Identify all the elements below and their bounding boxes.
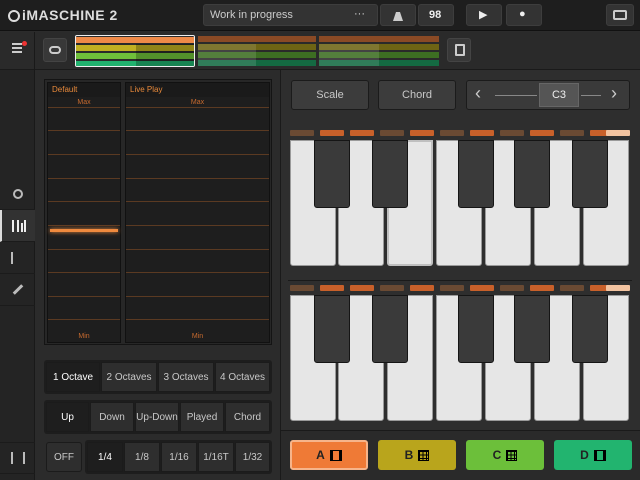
top-bar: iMASCHINE 2 Work in progress ··· 98 ▶ ● (0, 0, 640, 31)
pattern-slot-3[interactable] (319, 36, 439, 66)
duplicate-button[interactable] (447, 38, 471, 62)
root-note-value[interactable]: C3 (539, 83, 579, 107)
keyboard-icon (329, 449, 342, 461)
menu-icon (12, 47, 22, 49)
prev-note-button[interactable]: ‹ (475, 83, 481, 104)
octave-selector: 1 Octave 2 Octaves 3 Octaves 4 Octaves (44, 360, 272, 394)
sidebar-item-browse[interactable] (0, 178, 35, 210)
metronome-icon (393, 9, 403, 21)
black-key[interactable] (572, 140, 608, 208)
black-key[interactable] (458, 140, 494, 208)
pattern-slot-1[interactable] (75, 35, 195, 67)
play-button[interactable]: ▶ (466, 4, 502, 26)
pencil-icon (12, 284, 23, 295)
touch-strip-default[interactable]: Default Max Min (47, 82, 121, 343)
grid-icon (506, 449, 518, 461)
rate-option[interactable]: 1/8 (124, 442, 160, 472)
strip-title: Live Play (126, 83, 269, 97)
group-bar (0, 32, 640, 70)
waveform-icon (10, 251, 25, 264)
tempo-field[interactable]: 98 (418, 4, 454, 26)
octave-option[interactable]: 3 Octaves (158, 362, 214, 392)
root-note-selector: ‹ C3 › (466, 80, 630, 110)
next-note-button[interactable]: › (611, 83, 617, 104)
direction-option[interactable]: Played (180, 402, 224, 432)
scale-button[interactable]: Scale (291, 80, 369, 110)
sidebar-item-keyboard[interactable] (0, 210, 35, 242)
record-icon: ● (519, 8, 526, 20)
black-key[interactable] (372, 140, 408, 208)
strip-min-label: Min (78, 333, 90, 340)
direction-option[interactable]: Chord (225, 402, 270, 432)
keyboard-lower (288, 280, 632, 422)
project-name-field[interactable]: Work in progress ··· (203, 4, 378, 26)
black-key[interactable] (514, 140, 550, 208)
group-label: B (404, 448, 414, 462)
black-key[interactable] (372, 295, 408, 363)
app-logo-text: iMASCHINE 2 (22, 7, 118, 23)
keyboard-icon (593, 449, 606, 461)
metronome-button[interactable] (380, 4, 416, 26)
group-a-button[interactable]: A (290, 440, 368, 470)
bars-icon (11, 219, 26, 232)
group-c-button[interactable]: C (466, 440, 544, 470)
octave-option[interactable]: 1 Octave (46, 362, 100, 392)
notification-dot (22, 41, 27, 46)
more-button[interactable]: ··· (354, 8, 365, 20)
black-key[interactable] (572, 295, 608, 363)
logo-ring-icon (8, 10, 20, 22)
rate-option[interactable]: 1/4 (87, 442, 123, 472)
sidebar-item-sampling[interactable] (0, 242, 35, 274)
touch-strip-live-play[interactable]: Live Play Max Min (125, 82, 270, 343)
loop-icon (49, 46, 61, 54)
play-icon: ▶ (479, 9, 488, 21)
sidebar-item-mixer[interactable] (0, 442, 35, 474)
direction-option[interactable]: Down (90, 402, 134, 432)
sidebar (0, 70, 35, 480)
loop-button[interactable] (43, 38, 67, 62)
rate-option[interactable]: 1/32 (235, 442, 270, 472)
note-slider-track-right (581, 95, 601, 96)
note-slider-track-left (495, 95, 537, 96)
pattern-slot-2[interactable] (198, 36, 316, 66)
app-logo: iMASCHINE 2 (8, 7, 118, 23)
strip-max-label: Max (190, 99, 205, 106)
window-icon (613, 10, 627, 20)
arp-rate-selector: 1/4 1/8 1/16 1/16T 1/32 (85, 440, 272, 474)
chord-button[interactable]: Chord (378, 80, 456, 110)
keyboard-upper (288, 126, 632, 268)
browser-toggle-button[interactable] (606, 4, 634, 26)
black-key[interactable] (314, 295, 350, 363)
tempo-value: 98 (429, 9, 442, 21)
group-d-button[interactable]: D (554, 440, 632, 470)
duplicate-icon (455, 44, 465, 56)
direction-option[interactable]: Up (46, 402, 89, 432)
group-label: C (492, 448, 502, 462)
menu-button[interactable] (0, 32, 35, 70)
rate-option[interactable]: 1/16T (198, 442, 234, 472)
grid-icon (418, 449, 430, 461)
octave-option[interactable]: 2 Octaves (101, 362, 157, 392)
record-button[interactable]: ● (506, 4, 542, 26)
touch-strip-panel: Default Max Min Live Play Max Min (44, 79, 272, 345)
arp-direction-selector: Up Down Up-Down Played Chord (44, 400, 272, 434)
octave-option[interactable]: 4 Octaves (215, 362, 270, 392)
project-name: Work in progress (210, 9, 293, 21)
black-key[interactable] (514, 295, 550, 363)
strip-min-label: Min (191, 333, 204, 340)
black-key[interactable] (314, 140, 350, 208)
mixer-icon (10, 452, 25, 464)
strip-level-marker[interactable] (50, 229, 118, 232)
black-key[interactable] (458, 295, 494, 363)
direction-option[interactable]: Up-Down (135, 402, 179, 432)
strip-max-label: Max (77, 99, 91, 106)
rate-option[interactable]: 1/16 (161, 442, 197, 472)
group-label: A (316, 448, 325, 462)
arp-off-button[interactable]: OFF (46, 442, 82, 472)
group-label: D (580, 448, 589, 462)
search-icon (12, 188, 23, 199)
sidebar-item-edit[interactable] (0, 274, 35, 306)
group-b-button[interactable]: B (378, 440, 456, 470)
strip-title: Default (48, 83, 120, 97)
